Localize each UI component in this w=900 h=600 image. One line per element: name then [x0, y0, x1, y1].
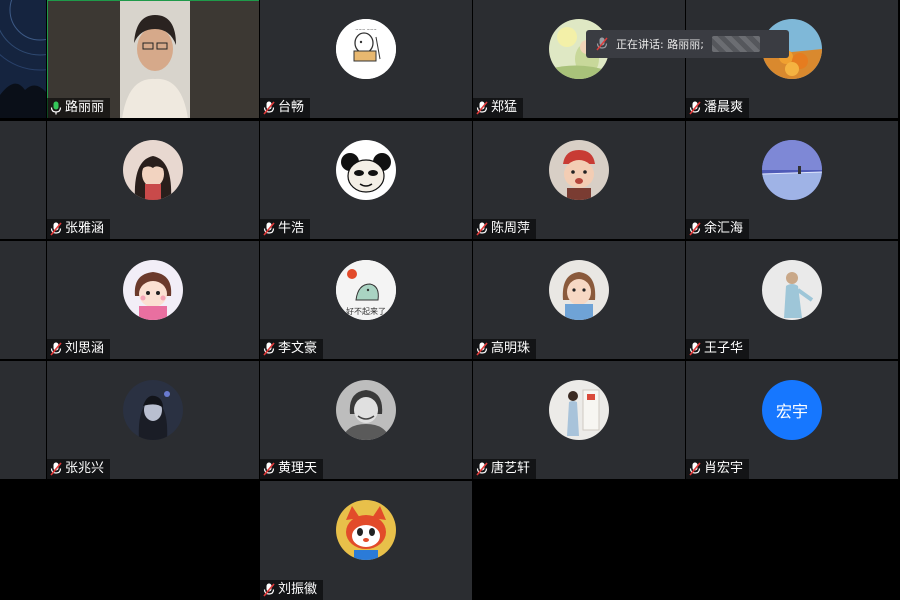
participant-name: 路丽丽: [65, 100, 105, 115]
mic-muted-icon[interactable]: [689, 101, 701, 115]
participant-nameplate: 余汇海: [686, 219, 750, 239]
mic-muted-icon[interactable]: [50, 462, 62, 476]
participant-nameplate: 唐艺轩: [473, 459, 537, 479]
participant-name: 肖宏宇: [704, 461, 744, 476]
empty-strip: [0, 361, 46, 479]
participant-tile-15[interactable]: 唐艺轩: [473, 361, 685, 479]
participant-tile-9[interactable]: 刘思涵: [47, 241, 259, 359]
avatar-caption: 好不起来了: [346, 306, 386, 316]
mic-muted-icon[interactable]: [263, 101, 275, 115]
mic-muted-icon[interactable]: [689, 462, 701, 476]
mic-active-icon[interactable]: [50, 101, 62, 115]
participant-nameplate: 路丽丽: [47, 98, 111, 118]
participant-nameplate: 陈周萍: [473, 219, 537, 239]
participant-name: 余汇海: [704, 221, 744, 236]
participant-nameplate: 刘思涵: [47, 339, 111, 359]
participant-tile-4[interactable]: 潘晨爽: [686, 0, 898, 118]
participant-tile-1[interactable]: 路丽丽: [47, 0, 259, 118]
mic-muted-icon[interactable]: [263, 222, 275, 236]
avatar: 宏宇: [762, 380, 822, 440]
mic-muted-icon[interactable]: [263, 462, 275, 476]
participant-tile-3[interactable]: 郑猛: [473, 0, 685, 118]
mic-muted-icon[interactable]: [689, 222, 701, 236]
mic-muted-icon[interactable]: [476, 342, 488, 356]
participant-name: 王子华: [704, 341, 744, 356]
participant-tile-14[interactable]: 黄理天: [260, 361, 472, 479]
participant-tile-13[interactable]: 张兆兴: [47, 361, 259, 479]
participant-tile-16[interactable]: 宏宇 肖宏宇: [686, 361, 898, 479]
mic-muted-icon[interactable]: [476, 462, 488, 476]
avatar: [336, 140, 396, 200]
avatar-initials: 宏宇: [775, 402, 808, 421]
avatar: [336, 380, 396, 440]
avatar: [123, 140, 183, 200]
participant-tile-8[interactable]: 余汇海: [686, 121, 898, 239]
participant-name: 潘晨爽: [704, 100, 744, 115]
mic-muted-icon: [596, 37, 608, 51]
mic-muted-icon[interactable]: [50, 222, 62, 236]
participant-tile-7[interactable]: 陈周萍: [473, 121, 685, 239]
mic-muted-icon[interactable]: [689, 342, 701, 356]
participant-tile-11[interactable]: 高明珠: [473, 241, 685, 359]
participant-name: 台畅: [278, 100, 305, 115]
avatar: [123, 380, 183, 440]
participant-name: 李文豪: [278, 341, 318, 356]
participant-name: 陈周萍: [491, 221, 531, 236]
mic-muted-icon[interactable]: [50, 342, 62, 356]
participant-name: 张兆兴: [65, 461, 105, 476]
participant-name: 牛浩: [278, 221, 305, 236]
avatar: [549, 140, 609, 200]
speaking-indicator: 正在讲话: 路丽丽;: [586, 30, 789, 58]
night-sky-image: [0, 0, 101, 118]
participant-nameplate: 牛浩: [260, 219, 311, 239]
avatar: [762, 140, 822, 200]
participant-name: 刘思涵: [65, 341, 105, 356]
mic-muted-icon[interactable]: [476, 222, 488, 236]
mic-muted-icon[interactable]: [263, 583, 275, 597]
participant-nameplate: 李文豪: [260, 339, 324, 359]
redacted-blur: [711, 36, 760, 52]
participant-name: 张雅涵: [65, 221, 105, 236]
participant-name: 郑猛: [491, 100, 518, 115]
participant-name: 黄理天: [278, 461, 318, 476]
empty-strip: [0, 241, 46, 359]
participant-nameplate: 郑猛: [473, 98, 524, 118]
participant-nameplate: 潘晨爽: [686, 98, 750, 118]
speaking-label: 正在讲话: 路丽丽;: [616, 38, 704, 51]
participant-name: 刘振徽: [278, 582, 318, 597]
participant-nameplate: 高明珠: [473, 339, 537, 359]
background-strip: [0, 0, 101, 118]
avatar: [549, 260, 609, 320]
participant-tile-6[interactable]: 牛浩: [260, 121, 472, 239]
avatar: [123, 260, 183, 320]
avatar: 好不起来了: [336, 260, 396, 320]
participant-tile-17[interactable]: 刘振徽: [260, 481, 472, 600]
avatar: [549, 380, 609, 440]
participant-name: 高明珠: [491, 341, 531, 356]
participant-name: 唐艺轩: [491, 461, 531, 476]
mic-muted-icon[interactable]: [476, 101, 488, 115]
participant-nameplate: 刘振徽: [260, 580, 324, 600]
avatar: [336, 500, 396, 560]
participant-nameplate: 肖宏宇: [686, 459, 750, 479]
participant-nameplate: 黄理天: [260, 459, 324, 479]
participant-tile-12[interactable]: 王子华: [686, 241, 898, 359]
avatar: ~~~ ~~~: [336, 19, 396, 79]
participant-tile-2[interactable]: ~~~ ~~~ 台畅: [260, 0, 472, 118]
participant-nameplate: 张兆兴: [47, 459, 111, 479]
mic-muted-icon[interactable]: [263, 342, 275, 356]
participant-nameplate: 台畅: [260, 98, 311, 118]
empty-strip: [0, 121, 46, 239]
participant-tile-5[interactable]: 张雅涵: [47, 121, 259, 239]
svg-text:~~~ ~~~: ~~~ ~~~: [355, 27, 376, 32]
participant-nameplate: 张雅涵: [47, 219, 111, 239]
avatar: [762, 260, 822, 320]
participant-nameplate: 王子华: [686, 339, 750, 359]
participant-tile-10[interactable]: 好不起来了 李文豪: [260, 241, 472, 359]
